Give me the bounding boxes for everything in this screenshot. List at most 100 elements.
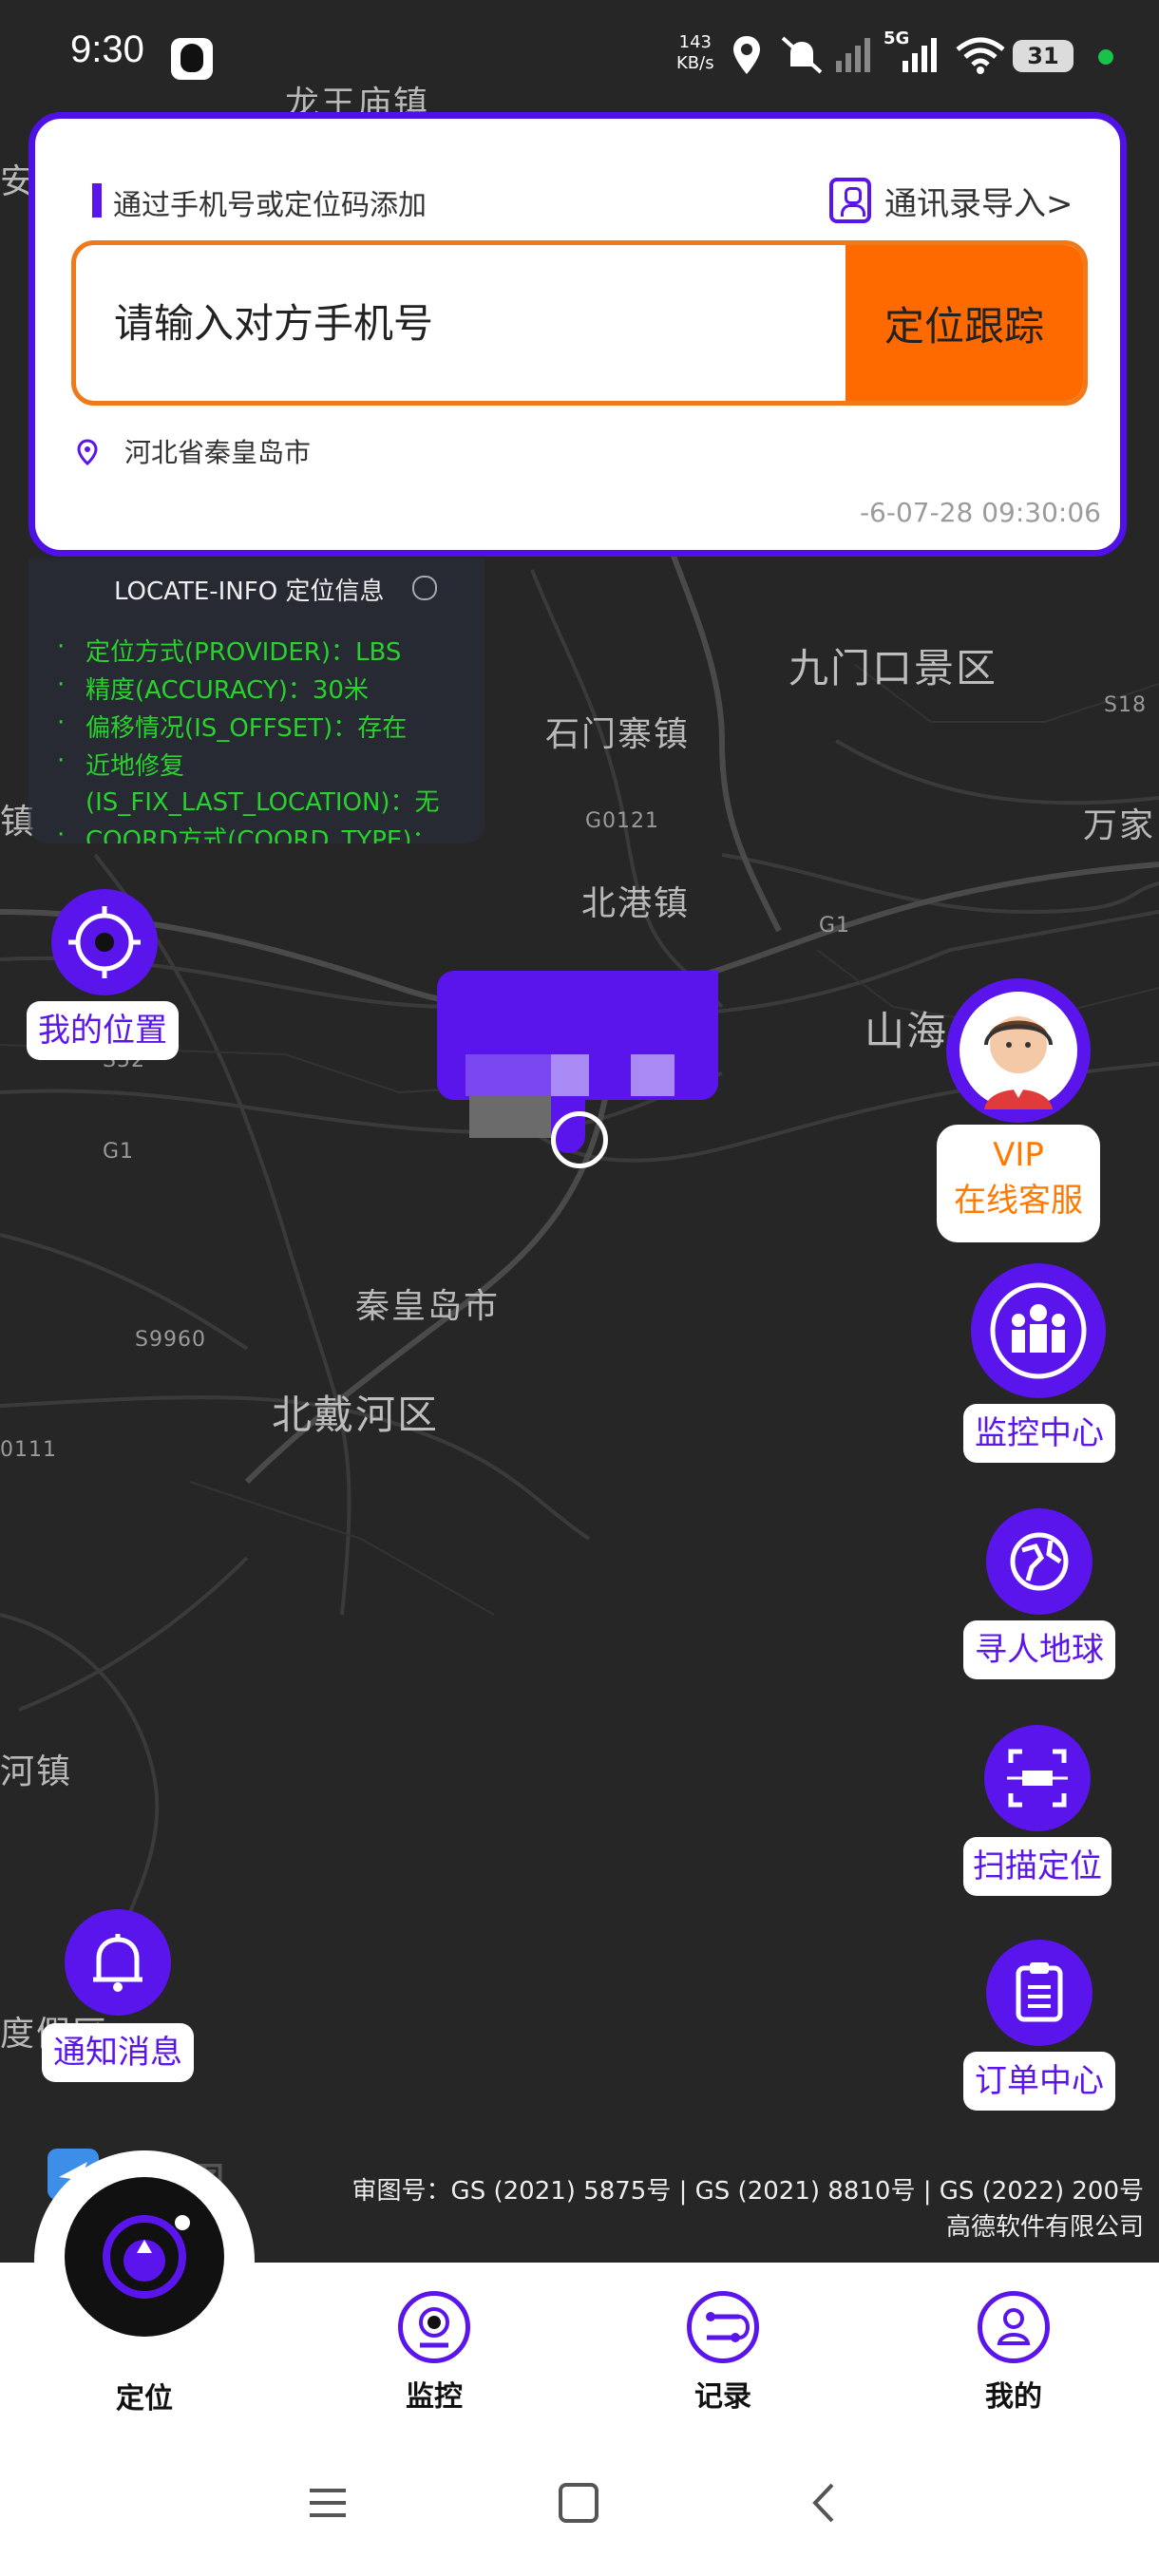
group-icon xyxy=(990,1282,1087,1379)
my-location-label[interactable]: 我的位置 xyxy=(27,1001,179,1060)
contacts-import-button[interactable]: 通讯录导入> xyxy=(829,174,1074,227)
address-text: 河北省秦皇岛市 xyxy=(124,437,312,468)
nav-records[interactable]: 记录 xyxy=(661,2291,785,2415)
recent-apps-button[interactable] xyxy=(304,2479,352,2530)
signal-sim1-icon xyxy=(832,32,878,82)
nav-monitor-label: 监控 xyxy=(406,2380,463,2414)
globe-icon xyxy=(1010,1532,1069,1591)
vip-service-avatar[interactable] xyxy=(946,978,1091,1123)
nav-records-label: 记录 xyxy=(694,2380,751,2414)
map-copyright-company: 高德软件有限公司 xyxy=(945,2213,1144,2242)
add-target-card: 通过手机号或定位码添加 通讯录导入> 定位跟踪 河北省秦皇岛市 -6-07-28… xyxy=(28,112,1127,557)
location-timestamp: -6-07-28 09:30:06 xyxy=(859,497,1101,528)
map-label-beidaihe: 北戴河区 xyxy=(272,1392,440,1438)
map-label-qinhuangdao: 秦皇岛市 xyxy=(355,1287,501,1326)
phone-input-group: 定位跟踪 xyxy=(71,240,1088,406)
agent-avatar-icon xyxy=(960,992,1077,1109)
contacts-import-label: 通讯录导入> xyxy=(884,184,1074,223)
locate-info-fix-value: (IS_FIX_LAST_LOCATION)：无 xyxy=(86,788,440,817)
locate-info-fix: 近地修复 xyxy=(86,752,185,781)
locate-info-coord: COORD方式(COORD_TYPE)： xyxy=(86,826,437,843)
location-icon xyxy=(730,32,764,82)
clipboard-icon xyxy=(1016,1962,1063,2022)
square-icon xyxy=(559,2483,598,2523)
wifi-icon xyxy=(954,32,1007,82)
map-label-beigang: 北港镇 xyxy=(581,884,691,923)
scan-icon xyxy=(1007,1749,1068,1808)
online-service-label: 在线客服 xyxy=(954,1182,1083,1220)
map-label-wanjia: 万家 xyxy=(1083,806,1156,845)
marker-pixel-block xyxy=(551,1054,589,1096)
current-position-dot xyxy=(551,1111,608,1168)
find-earth-button[interactable] xyxy=(986,1508,1092,1615)
contacts-icon xyxy=(829,178,871,223)
records-route-icon xyxy=(687,2291,759,2363)
my-location-button[interactable] xyxy=(51,889,158,995)
order-center-label[interactable]: 订单中心 xyxy=(963,2052,1115,2111)
map-label-jiumenkou: 九门口景区 xyxy=(788,645,998,691)
vip-service-button[interactable]: VIP 在线客服 xyxy=(937,1125,1100,1242)
map-label-hezhen: 河镇 xyxy=(0,1752,73,1791)
radar-icon xyxy=(103,2215,190,2299)
monitor-center-label[interactable]: 监控中心 xyxy=(963,1404,1115,1463)
map-label-s18: S18 xyxy=(1104,693,1147,717)
map-label-0111: 0111 xyxy=(0,1438,57,1462)
nav-mine[interactable]: 我的 xyxy=(952,2291,1075,2415)
map-label-shanhai: 山海 xyxy=(864,1008,949,1054)
order-center-button[interactable] xyxy=(986,1940,1092,2046)
status-bar: 9:30 143 KB/s 5G 31 xyxy=(0,0,1159,114)
map-label-s9960: S9960 xyxy=(135,1328,206,1352)
menu-icon xyxy=(310,2489,346,2517)
nav-locate-button[interactable] xyxy=(65,2177,224,2337)
map-label-shimenzhai: 石门寨镇 xyxy=(545,715,691,754)
notify-button[interactable] xyxy=(65,1909,171,2016)
locate-info-accuracy: 精度(ACCURACY)：30米 xyxy=(86,676,369,705)
scan-locate-button[interactable] xyxy=(984,1725,1091,1831)
notify-label[interactable]: 通知消息 xyxy=(42,2023,194,2082)
tip-accent-bar xyxy=(92,183,102,218)
bullet: · xyxy=(57,633,66,661)
map-label-g1-right: G1 xyxy=(819,914,851,938)
crosshair-icon xyxy=(68,906,141,978)
marker-pixel-block xyxy=(466,1054,551,1096)
bell-icon xyxy=(93,1934,142,1992)
nav-monitor[interactable]: 监控 xyxy=(372,2291,496,2415)
profile-icon xyxy=(978,2291,1050,2363)
map-copyright: 审图号：GS (2021) 5875号 | GS (2021) 8810号 | … xyxy=(352,2177,1144,2206)
nav-mine-label: 我的 xyxy=(985,2380,1042,2414)
marker-pixel-block xyxy=(631,1054,674,1096)
qq-notification-icon xyxy=(171,38,213,80)
close-icon[interactable] xyxy=(412,576,437,600)
monitor-camera-icon xyxy=(398,2291,470,2363)
bullet: · xyxy=(57,709,66,737)
locate-info-provider: 定位方式(PROVIDER)：LBS xyxy=(86,638,402,667)
locate-info-title: LOCATE-INFO 定位信息 xyxy=(114,578,385,606)
battery-indicator: 31 xyxy=(1013,40,1074,72)
find-earth-label[interactable]: 寻人地球 xyxy=(963,1620,1115,1679)
charging-dot xyxy=(1098,49,1113,65)
status-time: 9:30 xyxy=(70,28,144,70)
locate-info-offset: 偏移情况(IS_OFFSET)：存在 xyxy=(86,714,408,743)
back-button[interactable] xyxy=(802,2479,849,2530)
scan-locate-label[interactable]: 扫描定位 xyxy=(963,1837,1112,1896)
phone-number-input[interactable] xyxy=(76,245,855,401)
marker-pixel-block xyxy=(469,1096,551,1138)
map-label-g0121: G0121 xyxy=(585,809,660,833)
locate-info-panel: LOCATE-INFO 定位信息 · 定位方式(PROVIDER)：LBS · … xyxy=(28,559,484,843)
map-label-g1-left: G1 xyxy=(103,1140,135,1164)
card-tip-text: 通过手机号或定位码添加 xyxy=(113,189,427,222)
signal-sim2-icon xyxy=(899,32,944,82)
bullet: · xyxy=(57,747,66,775)
bullet: · xyxy=(57,821,66,843)
home-button[interactable] xyxy=(555,2479,602,2530)
locate-track-button[interactable]: 定位跟踪 xyxy=(846,245,1083,401)
vip-label: VIP xyxy=(993,1136,1044,1174)
chevron-left-icon xyxy=(812,2483,834,2523)
net-speed: 143 KB/s xyxy=(676,32,714,73)
nav-locate-label: 定位 xyxy=(116,2382,173,2415)
monitor-center-button[interactable] xyxy=(971,1263,1106,1398)
address-row: 河北省秦皇岛市 xyxy=(77,432,311,470)
bullet: · xyxy=(57,671,66,699)
location-pin-icon xyxy=(77,439,98,466)
mute-icon xyxy=(777,32,825,82)
